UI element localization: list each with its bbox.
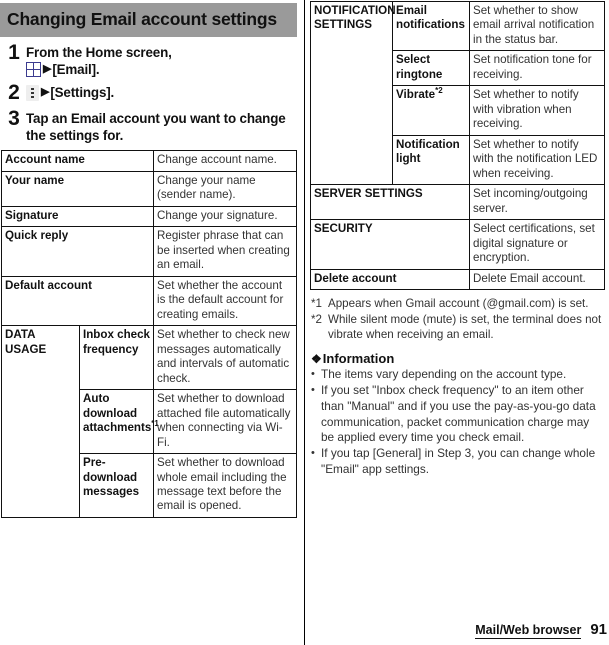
- row-desc: Set whether to notify with the notificat…: [469, 134, 605, 186]
- arrow-icon: ▶: [41, 86, 50, 99]
- row-key: Vibrate*2: [392, 85, 470, 136]
- overflow-menu-icon[interactable]: [26, 84, 39, 101]
- step-text: From the Home screen, ▶ [Email].: [26, 42, 172, 78]
- settings-table-right-wrapper: NOTIFICATION SETTINGS Email notification…: [310, 0, 605, 291]
- footnote-1: *1 Appears when Gmail account (@gmail.co…: [311, 296, 605, 311]
- table-row: Quick reply Register phrase that can be …: [0, 226, 297, 277]
- row-key: Quick reply: [0, 226, 155, 277]
- row-key: Pre-download messages: [78, 453, 155, 518]
- bullet-icon: •: [311, 384, 315, 397]
- list-item: • If you tap [General] in Step 3, you ca…: [311, 446, 605, 477]
- table-row: Signature Change your signature.: [0, 205, 297, 228]
- row-desc: Select certifications, set digital signa…: [469, 219, 605, 270]
- footnotes: *1 Appears when Gmail account (@gmail.co…: [311, 296, 605, 342]
- row-key: Delete account: [310, 268, 470, 291]
- row-desc: Set whether the account is the default a…: [153, 275, 297, 327]
- step-2-line1: ▶ [Settings].: [26, 84, 114, 101]
- bullet-icon: •: [311, 447, 315, 460]
- settings-table-left-wrapper: Account name Change account name. Your n…: [0, 150, 297, 518]
- row-desc: Set whether to check new messages automa…: [153, 325, 297, 391]
- row-desc: Delete Email account.: [469, 268, 605, 291]
- table-row: NOTIFICATION SETTINGS Email notification…: [310, 0, 605, 186]
- list-item-text: The items vary depending on the account …: [321, 367, 567, 382]
- row-key: Select ringtone: [392, 50, 470, 87]
- row-desc: Set whether to download attached file au…: [153, 389, 297, 455]
- row-key: Email notifications: [392, 0, 470, 52]
- row-group: DATA USAGE: [1, 325, 80, 518]
- row-key: Default account: [0, 275, 155, 327]
- information-heading-label: Information: [322, 351, 395, 367]
- step-1-target: [Email].: [52, 61, 100, 77]
- list-item: • If you set "Inbox check frequency" to …: [311, 383, 605, 446]
- table-row: Your name Change your name (sender name)…: [0, 170, 297, 207]
- row-key: Inbox check frequency: [78, 325, 155, 391]
- row-group: NOTIFICATION SETTINGS: [310, 0, 396, 186]
- bullet-icon: •: [311, 368, 315, 381]
- footnote-text: While silent mode (mute) is set, the ter…: [328, 312, 602, 342]
- row-key: Notification light: [392, 134, 470, 186]
- table-row: DATA USAGE Inbox check frequency Set whe…: [1, 325, 297, 518]
- footnote-mark: *2: [311, 312, 322, 326]
- settings-table-left: Account name Change account name. Your n…: [0, 150, 297, 518]
- row-key: Your name: [0, 170, 155, 207]
- row-key: SECURITY: [310, 219, 470, 270]
- steps-list: 1 From the Home screen, ▶ [Email]. 2 ▶ […: [0, 40, 304, 145]
- row-key: Signature: [0, 205, 155, 228]
- table-row: SERVER SETTINGS Set incoming/outgoing se…: [310, 184, 605, 221]
- right-column: NOTIFICATION SETTINGS Email notification…: [305, 0, 609, 645]
- row-desc: Set incoming/outgoing server.: [469, 184, 605, 221]
- row-key: Account name: [0, 150, 155, 172]
- row-desc: Change account name.: [153, 150, 297, 172]
- information-heading: ❖ Information: [311, 351, 607, 366]
- left-column: Changing Email account settings 1 From t…: [0, 0, 304, 645]
- settings-table-right: NOTIFICATION SETTINGS Email notification…: [310, 0, 605, 291]
- row-desc: Change your name (sender name).: [153, 170, 297, 207]
- step-number: 3: [8, 107, 20, 130]
- list-item-text: If you set "Inbox check frequency" to an…: [321, 383, 596, 445]
- page-title: Changing Email account settings: [0, 3, 297, 37]
- table-row: Default account Set whether the account …: [0, 275, 297, 327]
- step-2: 2 ▶ [Settings].: [2, 80, 296, 104]
- arrow-icon: ▶: [43, 62, 52, 75]
- row-desc: Set whether to download whole email incl…: [153, 453, 297, 518]
- footer-section-title: Mail/Web browser: [475, 623, 582, 639]
- row-key-label: Auto download attachments: [83, 392, 152, 435]
- step-1: 1 From the Home screen, ▶ [Email].: [2, 40, 296, 78]
- table-row: Delete account Delete Email account.: [310, 268, 605, 291]
- diamond-icon: ❖: [311, 351, 322, 366]
- row-desc: Set whether to notify with vibration whe…: [469, 85, 605, 136]
- list-item: • The items vary depending on the accoun…: [311, 367, 605, 383]
- footnote-2: *2 While silent mode (mute) is set, the …: [311, 312, 605, 343]
- step-1-line1: From the Home screen,: [26, 44, 172, 60]
- step-2-target: [Settings].: [50, 84, 115, 100]
- row-desc: Set whether to show email arrival notifi…: [469, 0, 605, 52]
- step-text: Tap an Email account you want to change …: [26, 111, 286, 144]
- table-row: SECURITY Select certifications, set digi…: [310, 219, 605, 270]
- row-key-label: Vibrate: [396, 88, 436, 102]
- manual-page: Changing Email account settings 1 From t…: [0, 0, 609, 645]
- step-3: 3 Tap an Email account you want to chang…: [2, 107, 296, 144]
- row-key: SERVER SETTINGS: [310, 184, 470, 221]
- step-number: 1: [8, 40, 20, 64]
- row-desc: Set notification tone for receiving.: [469, 50, 605, 87]
- row-key: Auto download attachments*1: [78, 389, 159, 455]
- footnote-mark: *1: [311, 297, 322, 311]
- row-desc: Change your signature.: [153, 205, 297, 228]
- table-row: Account name Change account name.: [0, 150, 297, 172]
- step-number: 2: [8, 80, 20, 104]
- list-item-text: If you tap [General] in Step 3, you can …: [321, 446, 596, 476]
- app-grid-icon[interactable]: [26, 61, 41, 77]
- step-text: ▶ [Settings].: [26, 82, 114, 101]
- step-1-line2: ▶ [Email].: [26, 61, 172, 78]
- information-list: • The items vary depending on the accoun…: [311, 367, 605, 477]
- row-desc: Register phrase that can be inserted whe…: [153, 226, 297, 277]
- page-number: 91: [590, 621, 607, 638]
- footnote-text: Appears when Gmail account (@gmail.com) …: [328, 297, 589, 311]
- footnote-ref: *2: [435, 86, 443, 96]
- page-footer: Mail/Web browser 91: [475, 621, 607, 639]
